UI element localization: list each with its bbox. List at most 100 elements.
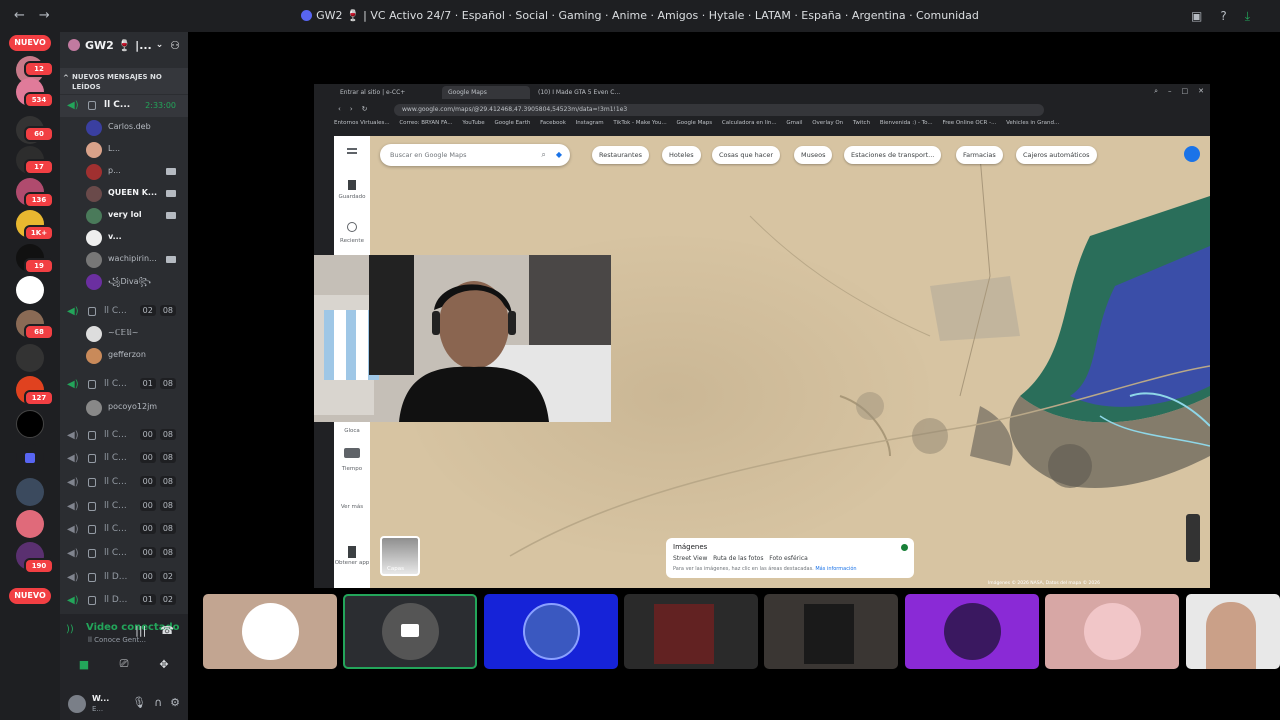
camera-button[interactable]: ■ — [68, 652, 100, 676]
chip-atms[interactable]: Cajeros automáticos — [1016, 146, 1097, 164]
voice-user[interactable]: QUEEN K... — [84, 183, 188, 205]
bookmark[interactable]: YouTube — [462, 120, 484, 126]
voice-user[interactable]: v... — [84, 227, 188, 249]
browser-tab[interactable]: Google Maps — [442, 86, 530, 99]
layers-button[interactable]: Capas — [380, 536, 420, 576]
new-badge[interactable]: NUEVO — [9, 588, 51, 604]
voice-channel[interactable]: ◀) ll C... 00 08 — [60, 472, 188, 494]
browser-tab[interactable]: Entrar al sitio | e-CC+ — [334, 86, 411, 99]
server-icon[interactable] — [16, 410, 44, 438]
bookmark[interactable]: Bienvenida :) - To... — [880, 120, 933, 126]
images-card[interactable]: Imágenes Street View Ruta de las fotos F… — [666, 538, 914, 578]
url-field[interactable]: www.google.com/maps/@29.412468,47.390580… — [394, 104, 1044, 116]
toggle-dot-icon[interactable] — [901, 544, 908, 551]
chip-restaurants[interactable]: Restaurantes — [592, 146, 649, 164]
chip-transit[interactable]: Estaciones de transport... — [844, 146, 942, 164]
nav-label[interactable]: Gloca — [334, 428, 370, 434]
weather-icon[interactable] — [344, 448, 360, 458]
bookmark[interactable]: Facebook — [540, 120, 566, 126]
chip-things-to-do[interactable]: Cosas que hacer — [712, 146, 780, 164]
new-badge[interactable]: NUEVO — [9, 35, 51, 51]
server-icon[interactable] — [16, 478, 44, 506]
participant-tile[interactable] — [764, 594, 898, 669]
nav-label[interactable]: Reciente — [334, 238, 370, 244]
add-user-icon[interactable]: ⚇ — [170, 39, 180, 52]
history-icon[interactable] — [347, 222, 357, 232]
signal-icon[interactable]: )) — [66, 624, 74, 635]
chip-museums[interactable]: Museos — [794, 146, 833, 164]
voice-channel[interactable]: ◀) ll C... 00 08 — [60, 496, 188, 518]
activities-button[interactable]: ✥ — [148, 652, 180, 676]
nav-label[interactable]: Tiempo — [334, 466, 370, 472]
chip-pharmacies[interactable]: Farmacias — [956, 146, 1003, 164]
voice-channel[interactable]: ◀) ll D... 01 02 — [60, 590, 188, 612]
minimize-icon[interactable]: – — [1168, 87, 1172, 96]
back-icon[interactable]: ‹ — [338, 105, 341, 113]
bookmark-icon[interactable] — [348, 180, 356, 190]
voice-user[interactable]: pocoyo12jm — [84, 397, 188, 419]
voice-channel[interactable]: ◀) ll D... 00 02 — [60, 567, 188, 589]
bookmark[interactable]: Instagram — [576, 120, 604, 126]
reload-icon[interactable]: ↻ — [362, 105, 368, 113]
close-icon[interactable]: ✕ — [1198, 87, 1204, 96]
bookmark[interactable]: Twitch — [853, 120, 870, 126]
directions-icon[interactable]: ◆ — [556, 150, 562, 160]
nav-label[interactable]: Guardado — [334, 194, 370, 200]
voice-channel[interactable]: ◀) ll C... 2:33:00 — [60, 95, 188, 117]
voice-channel[interactable]: ◀) ll C... 00 08 — [60, 425, 188, 447]
bookmark[interactable]: Google Maps — [677, 120, 713, 126]
voice-server[interactable]: ll Conoce Gent... — [88, 636, 146, 644]
avatar[interactable] — [68, 695, 86, 713]
phone-icon[interactable] — [348, 546, 356, 558]
voice-user[interactable]: ꧁Diva꧂ — [84, 271, 188, 293]
chip-hotels[interactable]: Hoteles — [662, 146, 701, 164]
bookmark[interactable]: Overlay On — [812, 120, 843, 126]
bookmark[interactable]: Free Online OCR -... — [942, 120, 996, 126]
voice-user[interactable]: ~ℂ𝔼𝕝𝕚~ — [84, 323, 188, 345]
maps-search-input[interactable]: Buscar en Google Maps ⌕ ◆ — [380, 144, 570, 166]
menu-icon[interactable] — [347, 148, 357, 154]
settings-icon[interactable]: ⚙ — [170, 696, 180, 709]
download-icon[interactable]: ⤓ — [1245, 9, 1250, 24]
nav-label[interactable]: Obtener app — [334, 560, 370, 566]
search-icon[interactable]: ⌕ — [541, 150, 545, 160]
participant-tile[interactable] — [1045, 594, 1179, 669]
server-icon[interactable] — [16, 276, 44, 304]
microphone-icon[interactable]: 🎙 — [132, 696, 146, 709]
voice-user[interactable]: Carlos.deb — [84, 117, 188, 139]
browser-tab[interactable]: (10) I Made GTA 5 Even C... — [532, 86, 626, 99]
map-zoom-controls[interactable] — [1186, 514, 1200, 562]
bookmark[interactable]: Entornos Virtuales... — [334, 120, 390, 126]
voice-user[interactable]: L... — [84, 139, 188, 161]
bookmark[interactable]: Vehicles in Grand... — [1006, 120, 1059, 126]
participant-tile[interactable] — [624, 594, 758, 669]
disconnect-icon[interactable]: ☎ — [160, 624, 174, 637]
screen-share-button[interactable]: ⎚ — [108, 652, 140, 676]
participant-tile[interactable] — [905, 594, 1039, 669]
bookmark[interactable]: Google Earth — [494, 120, 530, 126]
voice-user[interactable]: gefferzon — [84, 345, 188, 367]
participant-tile[interactable] — [484, 594, 618, 669]
bookmark[interactable]: Correo: BRYAN FA... — [399, 120, 452, 126]
voice-channel[interactable]: ◀) ll C... 00 08 — [60, 448, 188, 470]
bookmark[interactable]: TikTok - Make You... — [613, 120, 666, 126]
voice-user[interactable]: very lol — [84, 205, 188, 227]
voice-channel[interactable]: ◀) ll C... 02 08 — [60, 301, 188, 323]
bookmark[interactable]: Gmail — [786, 120, 802, 126]
voice-channel[interactable]: ◀) ll C... 01 08 — [60, 374, 188, 396]
participant-tile[interactable] — [343, 594, 477, 669]
voice-user[interactable]: p... — [84, 161, 188, 183]
voice-channel[interactable]: ◀) ll C... 00 08 — [60, 519, 188, 541]
voice-user[interactable]: wachipirin... — [84, 249, 188, 271]
headphones-icon[interactable]: ∩ — [154, 696, 162, 709]
maximize-icon[interactable]: □ — [1182, 87, 1189, 96]
guild-header[interactable]: GW2 🍷 |... ⌄ ⚇ — [60, 32, 188, 58]
participant-tile[interactable] — [203, 594, 337, 669]
forward-icon[interactable]: › — [350, 105, 353, 113]
bookmark[interactable]: Calculadora en lín... — [722, 120, 777, 126]
help-icon[interactable]: ? — [1220, 9, 1226, 24]
more-info-link[interactable]: Más información — [815, 566, 856, 572]
noise-suppression-icon[interactable]: ||| — [135, 624, 146, 637]
account-avatar[interactable] — [1184, 146, 1200, 162]
new-messages-bar[interactable]: ^ NUEVOS MENSAJES NO LEÍDOS — [60, 68, 188, 94]
